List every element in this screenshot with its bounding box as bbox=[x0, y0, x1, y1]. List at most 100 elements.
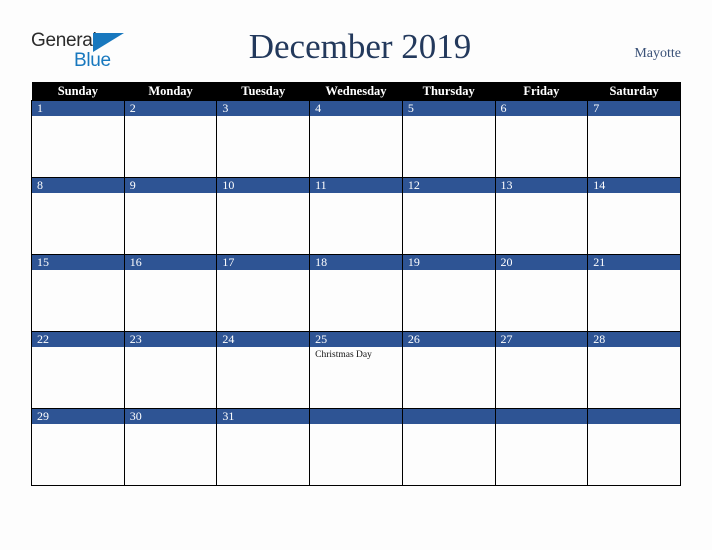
calendar-day-cell[interactable]: 18 bbox=[309, 254, 403, 332]
calendar-day-cell[interactable]: 12 bbox=[401, 177, 496, 255]
weekday-header-row: Sunday Monday Tuesday Wednesday Thursday… bbox=[31, 82, 681, 101]
day-cell-inner: 16 bbox=[124, 255, 217, 331]
page-title: December 2019 bbox=[248, 27, 472, 66]
calendar-week-row: 15 16 17 18 19 20 21 bbox=[31, 254, 681, 332]
weekday-header-friday: Friday bbox=[495, 82, 588, 101]
calendar-day-cell[interactable]: 28 bbox=[587, 331, 681, 409]
calendar-week-row: 8 9 10 11 12 13 14 bbox=[31, 177, 681, 255]
calendar-day-cell[interactable]: 31 bbox=[216, 408, 311, 486]
calendar-body: 1 2 3 4 5 6 7 8 9 10 11 12 13 14 15 16 17 18 19 20 21 22 23 24 2… bbox=[31, 100, 681, 486]
locale-label: Mayotte bbox=[634, 46, 681, 61]
day-cell-inner: 20 bbox=[495, 255, 588, 331]
day-number: 11 bbox=[310, 178, 402, 193]
day-number: 14 bbox=[588, 178, 680, 193]
calendar-day-cell[interactable]: 20 bbox=[494, 254, 589, 332]
day-number: 7 bbox=[588, 101, 680, 116]
day-event-list: Christmas Day bbox=[310, 347, 402, 361]
calendar-week-row: 29 30 31 bbox=[31, 408, 681, 486]
day-cell-inner bbox=[495, 409, 588, 485]
day-number: 6 bbox=[495, 101, 588, 116]
day-cell-inner: 2 bbox=[124, 101, 217, 177]
day-cell-inner: 7 bbox=[588, 101, 680, 177]
general-blue-logo: General Blue bbox=[31, 30, 141, 74]
day-cell-inner: 28 bbox=[588, 332, 680, 408]
calendar-day-cell[interactable]: 27 bbox=[494, 331, 589, 409]
calendar-day-cell[interactable]: 16 bbox=[123, 254, 218, 332]
calendar-day-cell[interactable]: 24 bbox=[216, 331, 311, 409]
calendar-day-cell[interactable]: 7 bbox=[587, 100, 681, 178]
day-cell-inner: 17 bbox=[217, 255, 310, 331]
holiday-event: Christmas Day bbox=[315, 350, 372, 360]
weekday-header-sunday: Sunday bbox=[31, 82, 125, 101]
day-number bbox=[402, 409, 495, 424]
day-cell-inner: 4 bbox=[310, 101, 402, 177]
day-number: 9 bbox=[124, 178, 217, 193]
day-number: 3 bbox=[217, 101, 310, 116]
day-cell-inner: 18 bbox=[310, 255, 402, 331]
calendar-day-cell[interactable] bbox=[401, 408, 496, 486]
calendar-day-cell[interactable]: 21 bbox=[587, 254, 681, 332]
calendar-day-cell[interactable]: 26 bbox=[401, 331, 496, 409]
day-cell-inner: 19 bbox=[402, 255, 495, 331]
calendar-day-cell[interactable]: 29 bbox=[31, 408, 125, 486]
day-cell-inner: 14 bbox=[588, 178, 680, 254]
calendar-day-cell[interactable] bbox=[587, 408, 681, 486]
day-number: 20 bbox=[495, 255, 588, 270]
day-number: 23 bbox=[124, 332, 217, 347]
day-cell-inner: 26 bbox=[402, 332, 495, 408]
calendar-day-cell[interactable]: 3 bbox=[216, 100, 311, 178]
day-number: 22 bbox=[32, 332, 124, 347]
calendar-day-cell[interactable]: 6 bbox=[494, 100, 589, 178]
day-cell-inner: 23 bbox=[124, 332, 217, 408]
calendar-day-cell[interactable]: 19 bbox=[401, 254, 496, 332]
day-number: 31 bbox=[217, 409, 310, 424]
calendar-day-cell[interactable]: 1 bbox=[31, 100, 125, 178]
calendar-week-row: 22 23 24 25 Christmas Day 26 27 28 bbox=[31, 331, 681, 409]
calendar-day-cell[interactable]: 13 bbox=[494, 177, 589, 255]
weekday-header-thursday: Thursday bbox=[402, 82, 496, 101]
day-number: 27 bbox=[495, 332, 588, 347]
day-cell-inner: 27 bbox=[495, 332, 588, 408]
day-number: 18 bbox=[310, 255, 402, 270]
calendar-day-cell[interactable]: 17 bbox=[216, 254, 311, 332]
logo-text-blue: Blue bbox=[74, 50, 111, 71]
day-number: 26 bbox=[402, 332, 495, 347]
day-number: 28 bbox=[588, 332, 680, 347]
day-number: 12 bbox=[402, 178, 495, 193]
day-cell-inner: 1 bbox=[32, 101, 124, 177]
day-cell-inner bbox=[402, 409, 495, 485]
day-number: 30 bbox=[124, 409, 217, 424]
calendar-day-cell[interactable]: 30 bbox=[123, 408, 218, 486]
calendar-day-cell[interactable]: 8 bbox=[31, 177, 125, 255]
calendar-day-cell[interactable]: 23 bbox=[123, 331, 218, 409]
day-cell-inner: 15 bbox=[32, 255, 124, 331]
day-number: 2 bbox=[124, 101, 217, 116]
day-number: 29 bbox=[32, 409, 124, 424]
calendar-day-cell[interactable]: 15 bbox=[31, 254, 125, 332]
calendar-day-cell[interactable] bbox=[494, 408, 589, 486]
day-cell-inner: 6 bbox=[495, 101, 588, 177]
day-number: 4 bbox=[310, 101, 402, 116]
calendar-day-cell[interactable]: 25 Christmas Day bbox=[309, 331, 403, 409]
weekday-header-monday: Monday bbox=[124, 82, 217, 101]
calendar-day-cell[interactable]: 10 bbox=[216, 177, 311, 255]
page-header: General Blue December 2019 Mayotte bbox=[0, 0, 712, 80]
day-number: 10 bbox=[217, 178, 310, 193]
day-number: 15 bbox=[32, 255, 124, 270]
calendar-day-cell[interactable]: 5 bbox=[401, 100, 496, 178]
calendar-day-cell[interactable]: 22 bbox=[31, 331, 125, 409]
calendar-day-cell[interactable]: 14 bbox=[587, 177, 681, 255]
day-cell-inner: 8 bbox=[32, 178, 124, 254]
calendar-day-cell[interactable]: 4 bbox=[309, 100, 403, 178]
day-number: 8 bbox=[32, 178, 124, 193]
day-cell-inner: 13 bbox=[495, 178, 588, 254]
day-cell-inner: 11 bbox=[310, 178, 402, 254]
calendar-day-cell[interactable]: 2 bbox=[123, 100, 218, 178]
calendar-day-cell[interactable]: 11 bbox=[309, 177, 403, 255]
day-number bbox=[310, 409, 402, 424]
day-cell-inner bbox=[310, 409, 402, 485]
calendar-day-cell[interactable] bbox=[309, 408, 403, 486]
day-cell-inner: 22 bbox=[32, 332, 124, 408]
day-number: 17 bbox=[217, 255, 310, 270]
calendar-day-cell[interactable]: 9 bbox=[123, 177, 218, 255]
